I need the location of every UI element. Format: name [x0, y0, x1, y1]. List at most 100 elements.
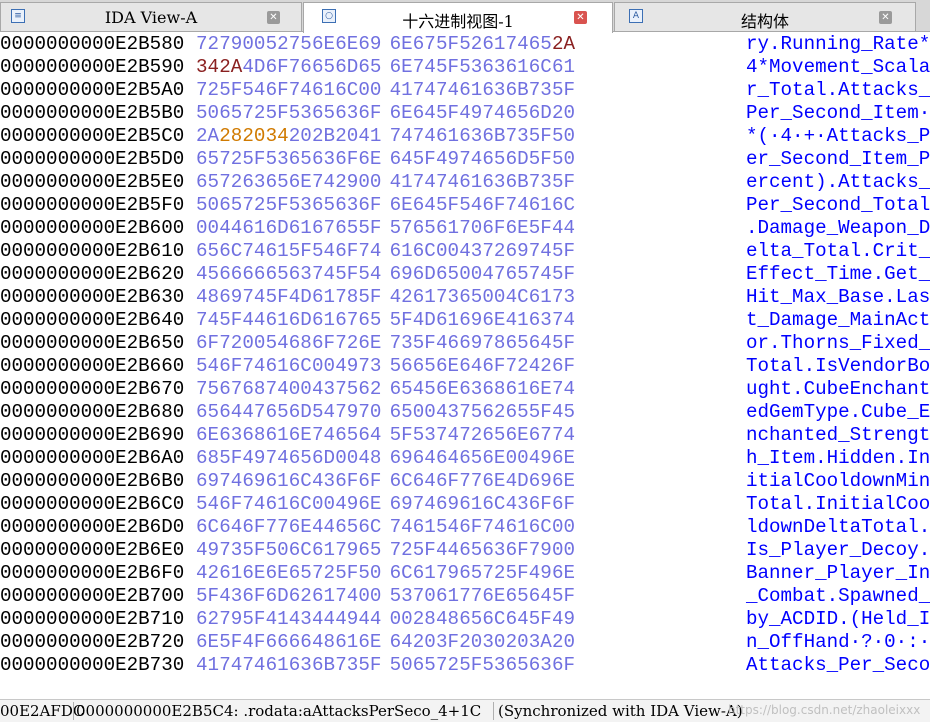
hex-byte[interactable]: 5F [242, 148, 265, 171]
hex-byte[interactable]: 5F [436, 56, 459, 79]
hex-byte[interactable]: 61 [506, 516, 529, 539]
hex-byte[interactable]: 50 [196, 102, 219, 125]
hex-byte[interactable]: 61 [266, 654, 289, 677]
hex-byte[interactable]: 6E [506, 217, 529, 240]
hex-byte[interactable]: 72 [312, 562, 335, 585]
hex-byte[interactable]: 65 [390, 378, 413, 401]
hex-byte[interactable]: 41 [390, 171, 413, 194]
hex-byte[interactable]: 65 [459, 608, 482, 631]
close-icon[interactable]: ✕ [267, 11, 280, 24]
hex-byte[interactable]: 6C [219, 240, 242, 263]
hex-row[interactable]: 0000000000E2B6D0 6C 64 6F 77 6E 44 65 6C 74 61 54 6F… [0, 516, 930, 539]
hex-byte[interactable]: 74 [312, 263, 335, 286]
hex-byte[interactable]: 00 [312, 355, 335, 378]
hex-byte[interactable]: 64 [413, 102, 436, 125]
hex-byte[interactable]: 6E [289, 424, 312, 447]
hex-byte[interactable]: 72 [196, 79, 219, 102]
hex-byte[interactable]: 61 [289, 217, 312, 240]
hex-byte[interactable]: 5F [242, 539, 265, 562]
hex-byte[interactable]: 28 [219, 125, 242, 148]
hex-byte[interactable]: 49 [459, 102, 482, 125]
hex-row[interactable]: 0000000000E2B6B0 69 74 69 61 6C 43 6F 6F 6C 64 6F 77… [0, 470, 930, 493]
hex-byte[interactable]: 6C [196, 516, 219, 539]
hex-byte[interactable]: 65 [266, 401, 289, 424]
hex-byte[interactable]: 00 [506, 447, 529, 470]
hex-byte[interactable]: 45 [552, 401, 575, 424]
hex-byte[interactable]: 54 [436, 516, 459, 539]
hex-byte[interactable]: 6E [266, 562, 289, 585]
hex-byte[interactable]: 73 [506, 125, 529, 148]
hex-byte[interactable]: 74 [552, 378, 575, 401]
hex-byte[interactable]: 5F [552, 171, 575, 194]
hex-byte[interactable]: 79 [436, 562, 459, 585]
tab-ida-view[interactable]: ≡ IDA View-A ✕ [0, 2, 302, 31]
hex-byte[interactable]: 6E [482, 585, 505, 608]
hex-byte[interactable]: 64 [506, 608, 529, 631]
hex-byte[interactable]: 6F [552, 355, 575, 378]
hex-byte[interactable]: 66 [242, 263, 265, 286]
hex-byte[interactable]: 4F [242, 631, 265, 654]
hex-byte[interactable]: 63 [482, 79, 505, 102]
hex-byte[interactable]: 73 [529, 171, 552, 194]
hex-byte[interactable]: 65 [196, 171, 219, 194]
tab-hex-view[interactable]: ○ 十六进制视图-1 ✕ [303, 2, 613, 33]
ascii-text[interactable]: itialCooldownMin [746, 470, 930, 493]
hex-byte[interactable]: 65 [506, 102, 529, 125]
hex-byte[interactable]: 49 [529, 562, 552, 585]
hex-byte[interactable]: 74 [242, 493, 265, 516]
hex-byte[interactable]: 65 [335, 424, 358, 447]
hex-row[interactable]: 0000000000E2B590 34 2A 4D 6F 76 65 6D 65 6E 74 5F 53… [0, 56, 930, 79]
hex-byte[interactable]: 64 [390, 148, 413, 171]
ascii-text[interactable]: Total.InitialCoo [746, 493, 930, 516]
hex-byte[interactable]: 64 [390, 631, 413, 654]
hex-row[interactable]: 0000000000E2B5E0 65 72 63 65 6E 74 29 00 41 74 74 61… [0, 171, 930, 194]
hex-byte[interactable]: 65 [266, 263, 289, 286]
hex-byte[interactable]: 65 [506, 263, 529, 286]
hex-byte[interactable]: 65 [196, 148, 219, 171]
hex-byte[interactable]: 65 [196, 240, 219, 263]
hex-byte[interactable]: 5F [390, 424, 413, 447]
hex-byte[interactable]: 20 [459, 631, 482, 654]
hex-byte[interactable]: 6C [289, 470, 312, 493]
hex-byte[interactable]: 5F [358, 654, 381, 677]
hex-byte[interactable]: 68 [242, 378, 265, 401]
hex-byte[interactable]: 79 [219, 33, 242, 56]
ascii-text[interactable]: Per_Second_Item· [746, 102, 930, 125]
hex-byte[interactable]: 69 [242, 470, 265, 493]
hex-byte[interactable]: 61 [482, 33, 505, 56]
hex-byte[interactable]: 63 [459, 125, 482, 148]
hex-byte[interactable]: 72 [390, 539, 413, 562]
hex-byte[interactable]: 5F [552, 332, 575, 355]
hex-byte[interactable]: 6F [242, 516, 265, 539]
ascii-text[interactable]: Per_Second_Total [746, 194, 930, 217]
hex-byte[interactable]: 69 [196, 470, 219, 493]
hex-byte[interactable]: 69 [506, 240, 529, 263]
hex-byte[interactable]: 6B [482, 125, 505, 148]
hex-byte[interactable]: 74 [482, 102, 505, 125]
hex-byte[interactable]: 42 [529, 355, 552, 378]
ascii-text[interactable]: *(·4·+·Attacks_P [746, 125, 930, 148]
hex-byte[interactable]: 5F [390, 309, 413, 332]
hex-byte[interactable]: 6F [266, 56, 289, 79]
hex-byte[interactable]: 5F [552, 263, 575, 286]
hex-byte[interactable]: 75 [289, 33, 312, 56]
hex-byte[interactable]: 75 [459, 401, 482, 424]
hex-byte[interactable]: 61 [312, 286, 335, 309]
hex-byte[interactable]: 79 [219, 608, 242, 631]
hex-byte[interactable]: 6E [358, 332, 381, 355]
hex-byte[interactable]: 79 [529, 539, 552, 562]
hex-byte[interactable]: 74 [242, 654, 265, 677]
hex-byte[interactable]: 6E [242, 562, 265, 585]
hex-byte[interactable]: 74 [529, 240, 552, 263]
hex-byte[interactable]: 34 [266, 125, 289, 148]
hex-byte[interactable]: 74 [390, 125, 413, 148]
hex-row[interactable]: 0000000000E2B650 6F 72 00 54 68 6F 72 6E 73 5F 46 69… [0, 332, 930, 355]
hex-byte[interactable]: 43 [289, 608, 312, 631]
hex-byte[interactable]: 53 [459, 56, 482, 79]
hex-byte[interactable]: 2A [552, 33, 575, 56]
hex-byte[interactable]: 6E [482, 309, 505, 332]
hex-byte[interactable]: 53 [390, 585, 413, 608]
hex-byte[interactable]: 6F [219, 493, 242, 516]
hex-byte[interactable]: 74 [242, 286, 265, 309]
hex-byte[interactable]: 66 [219, 263, 242, 286]
